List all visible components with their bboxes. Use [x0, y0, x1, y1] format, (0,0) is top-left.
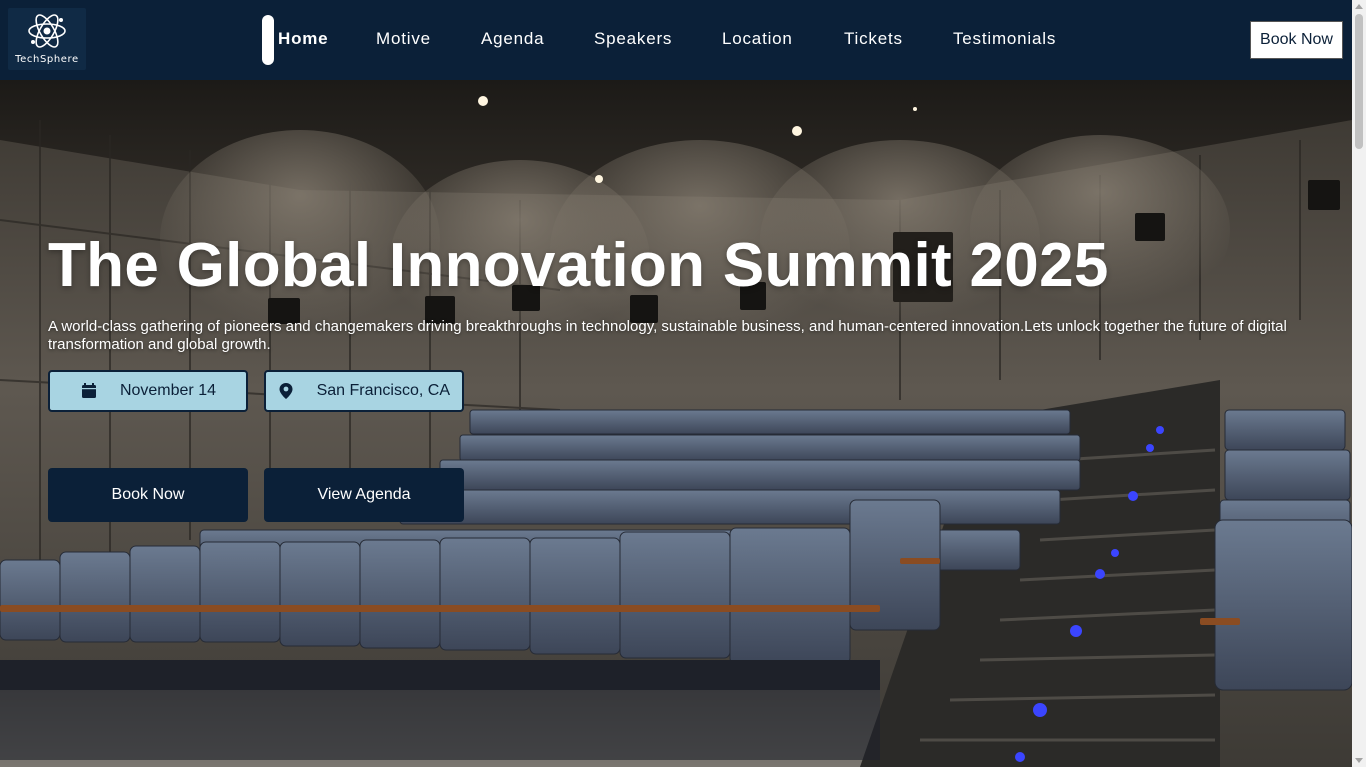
hero-description: A world-class gathering of pioneers and … [48, 318, 1287, 353]
event-date-badge: November 14 [48, 370, 248, 412]
hero-section: The Global Innovation Summit 2025 A worl… [0, 80, 1352, 767]
scroll-down-arrow-icon[interactable] [1355, 758, 1363, 763]
brand-name: TechSphere [15, 54, 79, 65]
hero-title: The Global Innovation Summit 2025 [48, 231, 1109, 300]
nav-testimonials[interactable]: Testimonials [953, 29, 1056, 49]
page-scrollbar[interactable] [1352, 0, 1366, 767]
nav-home[interactable]: Home [278, 29, 328, 49]
brand-logo[interactable]: TechSphere [8, 8, 86, 70]
nav-speakers[interactable]: Speakers [594, 29, 672, 49]
nav-agenda[interactable]: Agenda [481, 29, 544, 49]
nav-motive[interactable]: Motive [376, 29, 431, 49]
nav-tickets[interactable]: Tickets [844, 29, 903, 49]
active-nav-indicator [262, 15, 274, 65]
top-navbar: TechSphere Home Motive Agenda Speakers L… [0, 0, 1352, 80]
nav-book-now-button[interactable]: Book Now [1250, 21, 1343, 59]
hero-book-now-button[interactable]: Book Now [48, 468, 248, 522]
scrollbar-thumb[interactable] [1355, 14, 1363, 149]
atom-icon [28, 14, 66, 48]
view-agenda-button[interactable]: View Agenda [264, 468, 464, 522]
nav-location[interactable]: Location [722, 29, 793, 49]
auditorium-background-image [0, 80, 1352, 767]
event-location-badge: San Francisco, CA [264, 370, 464, 412]
scroll-up-arrow-icon[interactable] [1355, 4, 1363, 9]
event-location-text: San Francisco, CA [316, 382, 450, 399]
event-date-text: November 14 [119, 382, 216, 399]
